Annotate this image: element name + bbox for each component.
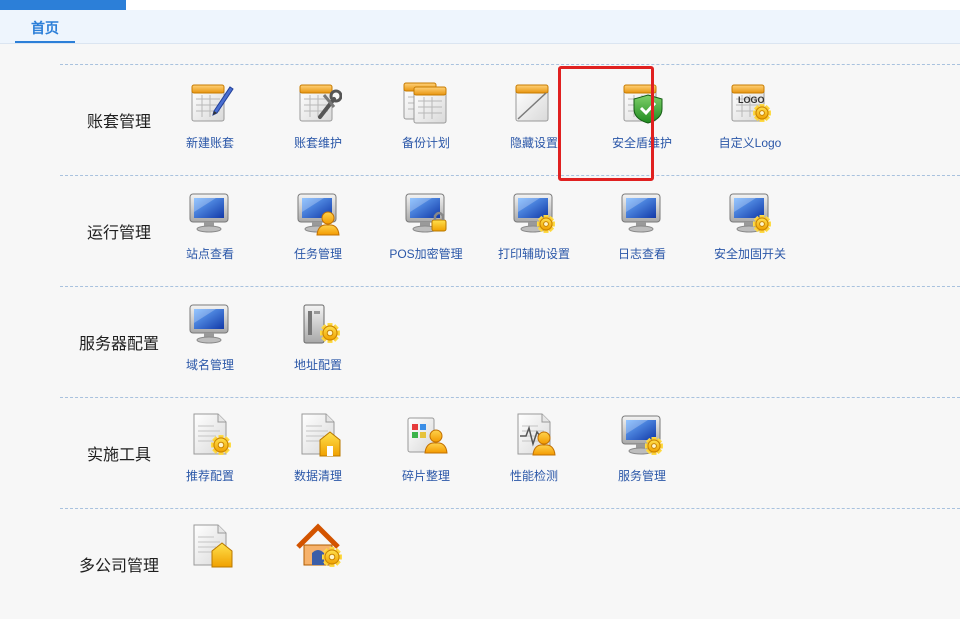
top-bar [0,0,960,10]
custom-logo-icon[interactable]: LOGO [726,77,774,125]
service-management-icon[interactable] [618,410,666,458]
backup-plan-icon[interactable] [402,77,450,125]
pos-encryption-icon[interactable] [402,188,450,236]
section-2: 运行管理 站点查看 任务管理 POS加密管理 打印辅助设置 日志查看 安全加固开… [60,175,960,286]
recommended-config-icon[interactable] [186,410,234,458]
tool-item-label[interactable]: 新建账套 [154,134,266,151]
tool-item-label[interactable]: 服务管理 [586,467,698,484]
tool-item[interactable]: 数据清理 [262,410,370,500]
section-1: 账套管理 新建账套 账套维护 备份计划 隐藏设置 安全盾维护 LOGO 自定义L… [60,64,960,175]
tool-item[interactable]: 打印辅助设置 [478,188,586,278]
tool-item[interactable]: 账套维护 [262,77,370,167]
hide-settings-icon[interactable] [510,77,558,125]
site-view-icon[interactable] [186,188,234,236]
section-3: 服务器配置 域名管理 地址配置 [60,286,960,397]
tool-item[interactable]: 域名管理 [154,299,262,389]
main-content: 账套管理 新建账套 账套维护 备份计划 隐藏设置 安全盾维护 LOGO 自定义L… [0,44,960,584]
tool-item[interactable]: 备份计划 [370,77,478,167]
print-settings-icon[interactable] [510,188,558,236]
tab-strip: 首页 [0,10,960,44]
tool-item[interactable]: 新建账套 [154,77,262,167]
tool-item[interactable]: LOGO 自定义Logo [694,77,802,167]
tool-item-label[interactable]: 安全加固开关 [694,245,806,262]
tool-item[interactable]: 安全盾维护 [586,77,694,167]
security-shield-icon[interactable] [618,77,666,125]
top-accent-bar [0,0,126,10]
tool-item-label[interactable]: 推荐配置 [154,467,266,484]
task-management-icon[interactable] [294,188,342,236]
log-view-icon[interactable] [618,188,666,236]
tool-item-label[interactable]: 打印辅助设置 [478,245,590,262]
company-document-icon[interactable] [186,521,234,569]
tool-item[interactable] [154,521,262,611]
tool-item-label[interactable]: 自定义Logo [694,134,806,151]
tool-item[interactable]: 安全加固开关 [694,188,802,278]
tool-item-label[interactable]: 隐藏设置 [478,134,590,151]
tool-item[interactable] [262,521,370,611]
defragment-icon[interactable] [402,410,450,458]
tool-item[interactable]: 站点查看 [154,188,262,278]
tool-item[interactable]: 隐藏设置 [478,77,586,167]
tool-item-label[interactable]: 性能检测 [478,467,590,484]
tool-item-label[interactable]: 备份计划 [370,134,482,151]
tab-home[interactable]: 首页 [15,10,75,43]
tool-item-label[interactable]: 任务管理 [262,245,374,262]
tool-item-label[interactable]: 日志查看 [586,245,698,262]
tool-item-label[interactable]: 地址配置 [262,356,374,373]
tool-item-label[interactable]: 碎片整理 [370,467,482,484]
tool-item-label[interactable]: 数据清理 [262,467,374,484]
tool-item[interactable]: 任务管理 [262,188,370,278]
tool-item-label[interactable]: 站点查看 [154,245,266,262]
new-ledger-icon[interactable] [186,77,234,125]
tool-item[interactable]: POS加密管理 [370,188,478,278]
domain-management-icon[interactable] [186,299,234,347]
tool-item[interactable]: 日志查看 [586,188,694,278]
ledger-maintenance-icon[interactable] [294,77,342,125]
section-4: 实施工具 推荐配置 数据清理 碎片整理 性能检测 服务管理 [60,397,960,508]
tool-item-label[interactable]: 账套维护 [262,134,374,151]
tool-item[interactable]: 推荐配置 [154,410,262,500]
tool-item-label[interactable]: 安全盾维护 [586,134,698,151]
svg-text:LOGO: LOGO [738,95,765,105]
tool-item[interactable]: 服务管理 [586,410,694,500]
data-cleanup-icon[interactable] [294,410,342,458]
tool-item-label[interactable]: POS加密管理 [370,245,482,262]
company-home-icon[interactable] [294,521,342,569]
security-hardening-icon[interactable] [726,188,774,236]
tool-item[interactable]: 地址配置 [262,299,370,389]
section-5: 多公司管理 [60,508,960,619]
tool-item[interactable]: 性能检测 [478,410,586,500]
address-config-icon[interactable] [294,299,342,347]
performance-check-icon[interactable] [510,410,558,458]
tool-item-label[interactable]: 域名管理 [154,356,266,373]
tool-item[interactable]: 碎片整理 [370,410,478,500]
